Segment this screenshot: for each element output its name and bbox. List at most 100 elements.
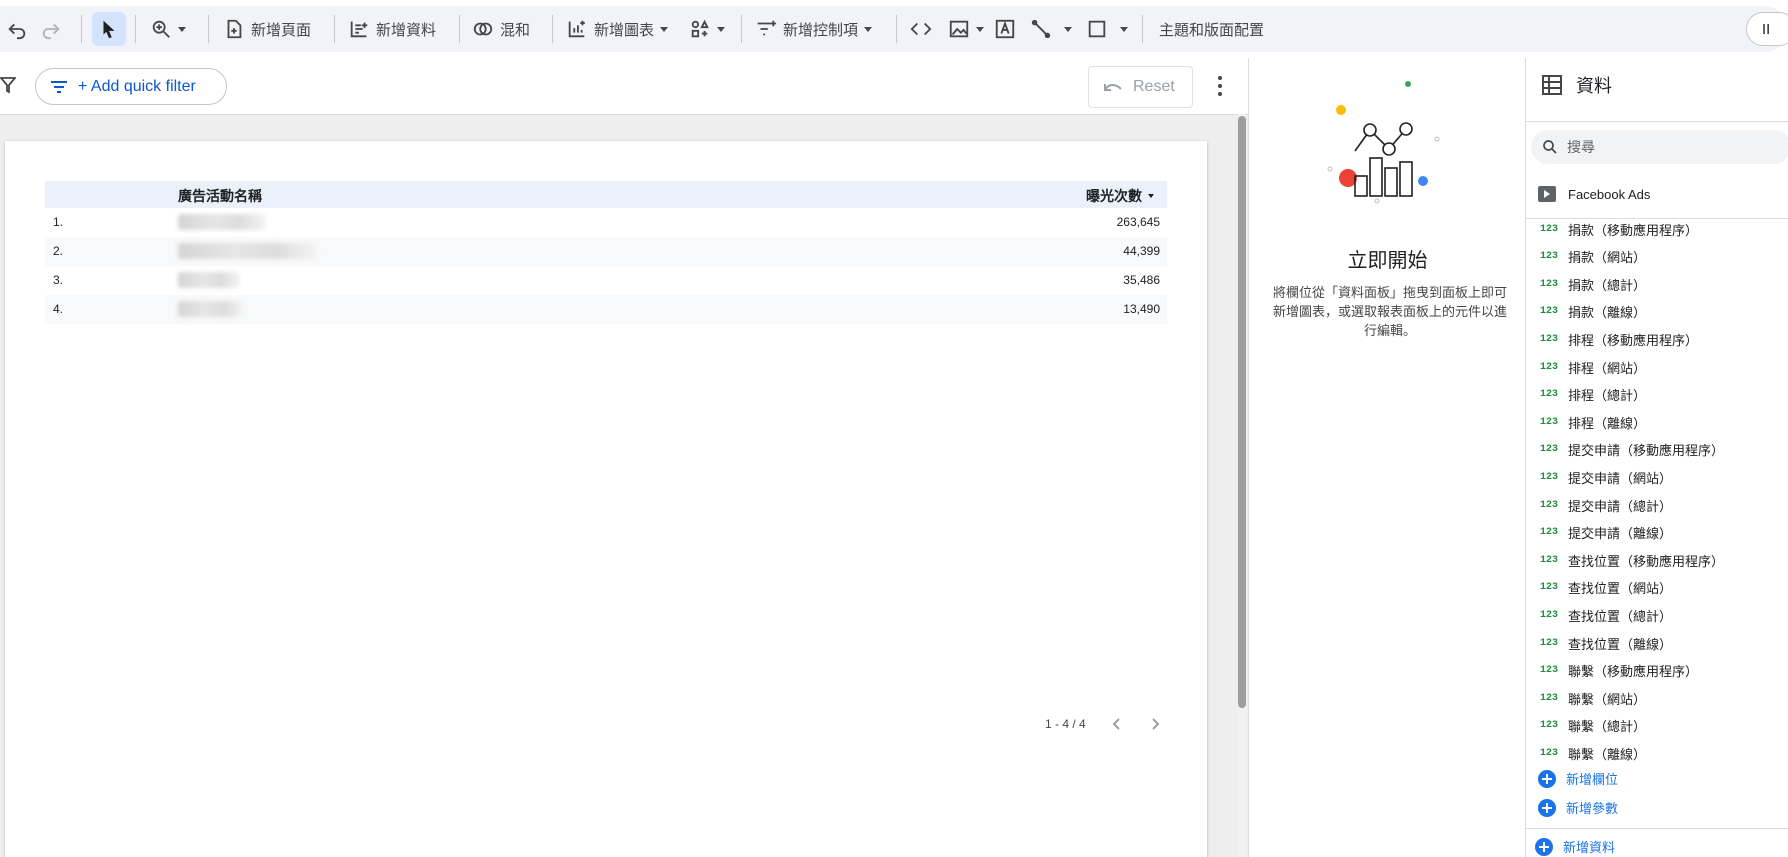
chevron-right-icon[interactable] (1148, 717, 1162, 731)
field-item[interactable]: 123 排程（總計） (1540, 384, 1646, 406)
add-control-button[interactable]: 新增控制項 (755, 11, 873, 47)
field-item[interactable]: 123 提交申請（網站） (1540, 466, 1672, 488)
number-type-icon: 123 (1540, 609, 1559, 621)
field-item[interactable]: 123 聯繫（總計） (1540, 715, 1646, 737)
table-row[interactable]: 4. 13,490 (45, 295, 1167, 324)
number-type-icon: 123 (1540, 306, 1559, 318)
field-item[interactable]: 123 捐款（總計） (1540, 273, 1646, 295)
add-chart-label: 新增圖表 (594, 20, 655, 39)
add-field-button[interactable]: 新增欄位 (1538, 769, 1618, 788)
number-type-icon: 123 (1540, 720, 1559, 732)
data-search-input[interactable]: 搜尋 (1531, 130, 1788, 164)
blend-label: 混和 (500, 20, 531, 39)
field-item[interactable]: 123 查找位置（總計） (1540, 604, 1672, 626)
columns-icon (1763, 24, 1769, 34)
pagination-range: 1 - 4 / 4 (1045, 717, 1086, 731)
add-page-icon (227, 19, 242, 39)
field-item[interactable]: 123 查找位置（網站） (1540, 577, 1672, 599)
field-item[interactable]: 123 查找位置（移動應用程序） (1540, 549, 1724, 571)
number-type-icon: 123 (1540, 527, 1559, 539)
table-row[interactable]: 3. 35,486 (45, 266, 1167, 295)
field-item[interactable]: 123 排程（移動應用程序） (1540, 328, 1698, 350)
undo-button[interactable] (6, 11, 28, 47)
field-item[interactable]: 123 聯繫（網站） (1540, 687, 1646, 709)
theme-layout-button[interactable]: 主題和版面配置 (1159, 11, 1264, 47)
field-label: 捐款（移動應用程序） (1568, 223, 1699, 239)
add-field-label: 新增欄位 (1566, 773, 1619, 788)
toolbar-divider (1142, 15, 1143, 43)
row-index: 1. (53, 215, 64, 229)
report-page[interactable]: 廣告活動名稱 曝光次數 1. 263,645 2. 44,399 3. 35,4… (5, 141, 1207, 857)
row-impressions: 44,399 (1123, 244, 1160, 258)
canvas-scrollbar[interactable] (1238, 114, 1246, 857)
rectangle-icon (1088, 20, 1106, 38)
blend-button[interactable]: 混和 (472, 11, 530, 47)
add-page-button[interactable]: 新增頁面 (223, 11, 311, 47)
field-item[interactable]: 123 捐款（離線） (1540, 301, 1646, 323)
chevron-down-icon (178, 26, 186, 32)
line-button[interactable] (1030, 11, 1072, 47)
field-item[interactable]: 123 捐款（移動應用程序） (1540, 219, 1699, 240)
add-data-source-button[interactable]: 新增資料 (1535, 837, 1615, 856)
add-parameter-button[interactable]: 新增參數 (1538, 798, 1618, 817)
filter-list-icon (51, 80, 67, 93)
more-options-button[interactable] (1210, 76, 1230, 98)
campaign-table[interactable]: 廣告活動名稱 曝光次數 1. 263,645 2. 44,399 3. 35,4… (45, 181, 1167, 324)
components-icon (691, 19, 709, 38)
filter-bar: + Add quick filter Reset (0, 58, 1248, 114)
field-label: 聯繫（移動應用程序） (1568, 665, 1699, 681)
data-source-item[interactable]: Facebook Ads (1538, 186, 1650, 202)
image-button[interactable] (948, 11, 984, 47)
field-label: 查找位置（網站） (1568, 582, 1673, 598)
add-circle-icon (1538, 769, 1556, 788)
column-header-campaign-name[interactable]: 廣告活動名稱 (178, 186, 262, 206)
divider (1526, 828, 1788, 829)
field-label: 查找位置（離線） (1568, 637, 1673, 653)
field-item[interactable]: 123 捐款（網站） (1540, 246, 1646, 268)
field-item[interactable]: 123 聯繫（移動應用程序） (1540, 660, 1698, 682)
table-row[interactable]: 2. 44,399 (45, 237, 1167, 266)
table-row[interactable]: 1. 263,645 (45, 208, 1167, 237)
cursor-icon (103, 20, 115, 39)
filter-icon[interactable] (0, 76, 16, 94)
row-impressions: 263,645 (1116, 215, 1160, 229)
field-item[interactable]: 123 聯繫（離線） (1540, 742, 1646, 764)
redo-button[interactable] (40, 11, 62, 47)
number-type-icon: 123 (1540, 554, 1559, 566)
line-icon (1031, 19, 1051, 39)
number-type-icon: 123 (1540, 582, 1559, 594)
image-icon (949, 20, 969, 38)
field-item[interactable]: 123 排程（網站） (1540, 356, 1646, 378)
field-label: 捐款（總計） (1568, 278, 1647, 294)
field-item[interactable]: 123 提交申請（總計） (1540, 494, 1672, 516)
select-tool-button[interactable] (98, 11, 120, 47)
chevron-down-icon (717, 26, 725, 32)
field-item[interactable]: 123 提交申請（移動應用程序） (1540, 439, 1724, 461)
field-label: 查找位置（總計） (1568, 609, 1673, 625)
number-type-icon: 123 (1540, 416, 1559, 428)
shape-button[interactable] (1086, 11, 1128, 47)
field-item[interactable]: 123 排程（離線） (1540, 411, 1646, 433)
add-data-button[interactable]: 新增資料 (348, 11, 436, 47)
field-item[interactable]: 123 查找位置（離線） (1540, 632, 1672, 654)
divider (1526, 121, 1788, 122)
add-parameter-label: 新增參數 (1566, 802, 1619, 817)
panel-toggle-button[interactable] (1746, 12, 1788, 46)
reset-button[interactable]: Reset (1088, 66, 1193, 108)
add-chart-button[interactable]: 新增圖表 (566, 11, 669, 47)
toolbar-divider (208, 15, 209, 43)
text-button[interactable] (994, 11, 1016, 47)
chevron-left-icon[interactable] (1110, 717, 1124, 731)
field-label: 提交申請（移動應用程序） (1568, 444, 1725, 460)
data-panel-header: 資料 (1540, 72, 1612, 98)
field-label: 排程（網站） (1568, 361, 1647, 377)
table-pagination: 1 - 4 / 4 (1045, 717, 1162, 731)
add-quick-filter-button[interactable]: + Add quick filter (35, 68, 227, 105)
add-component-button[interactable] (689, 11, 725, 47)
zoom-button[interactable] (150, 11, 186, 47)
scrollbar-thumb[interactable] (1238, 116, 1246, 708)
embed-url-button[interactable] (910, 11, 932, 47)
field-item[interactable]: 123 提交申請（離線） (1540, 522, 1672, 544)
column-header-impressions[interactable]: 曝光次數 (1086, 186, 1154, 206)
field-label: 查找位置（移動應用程序） (1568, 554, 1725, 570)
